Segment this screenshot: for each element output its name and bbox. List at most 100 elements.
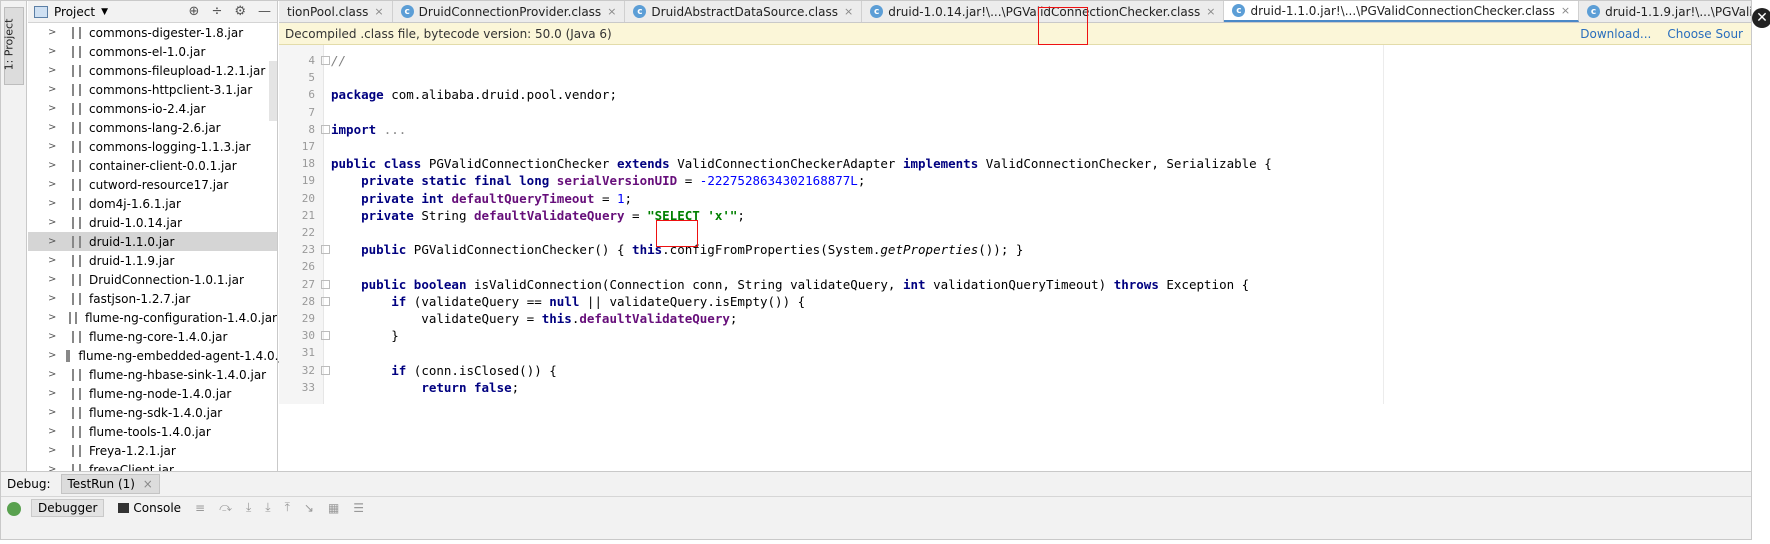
chevron-right-icon[interactable]: > bbox=[48, 331, 62, 342]
tree-item[interactable]: > dom4j-1.6.1.jar bbox=[28, 194, 277, 213]
tree-item[interactable]: > commons-logging-1.1.3.jar bbox=[28, 137, 277, 156]
fold-marker-icon[interactable] bbox=[321, 56, 330, 65]
editor-tab[interactable]: c druid-1.1.0.jar!\...\PGValidConnectionC… bbox=[1224, 1, 1580, 22]
tree-item-label: commons-io-2.4.jar bbox=[89, 101, 206, 116]
jar-icon bbox=[72, 235, 81, 248]
fold-marker-icon[interactable] bbox=[321, 296, 330, 306]
editor-tab-label: DruidAbstractDataSource.class bbox=[651, 4, 838, 19]
tree-item[interactable]: > flume-tools-1.4.0.jar bbox=[28, 422, 277, 441]
editor-tab[interactable]: c DruidAbstractDataSource.class × bbox=[625, 1, 863, 22]
line-number: 26 bbox=[301, 260, 315, 274]
locate-target-icon[interactable]: ⊕ bbox=[189, 4, 200, 19]
chevron-right-icon[interactable]: > bbox=[48, 141, 62, 152]
tree-item[interactable]: > flume-ng-hbase-sink-1.4.0.jar bbox=[28, 365, 277, 384]
chevron-down-icon[interactable]: ▼ bbox=[101, 7, 108, 17]
tree-item[interactable]: > DruidConnection-1.0.1.jar bbox=[28, 270, 277, 289]
close-icon[interactable]: × bbox=[1561, 4, 1570, 17]
run-to-cursor-icon[interactable]: ↘ bbox=[304, 501, 314, 515]
editor-tab[interactable]: tionPool.class × bbox=[279, 1, 393, 22]
code-text: } bbox=[331, 328, 399, 344]
tree-item[interactable]: > Freya-1.2.1.jar bbox=[28, 441, 277, 460]
tree-item[interactable]: > flume-ng-embedded-agent-1.4.0.ja bbox=[28, 346, 289, 365]
jar-icon bbox=[72, 444, 81, 457]
tree-item[interactable]: > druid-1.0.14.jar bbox=[28, 213, 277, 232]
tree-item[interactable]: > commons-httpclient-3.1.jar bbox=[28, 80, 277, 99]
chevron-right-icon[interactable]: > bbox=[48, 160, 62, 171]
close-icon[interactable]: × bbox=[607, 5, 616, 18]
tree-item[interactable]: > commons-fileupload-1.2.1.jar bbox=[28, 61, 277, 80]
chevron-right-icon[interactable]: > bbox=[48, 312, 59, 323]
tree-item[interactable]: > commons-io-2.4.jar bbox=[28, 99, 277, 118]
tree-scrollbar[interactable] bbox=[269, 61, 277, 121]
chevron-right-icon[interactable]: > bbox=[48, 236, 62, 247]
close-icon[interactable]: × bbox=[143, 477, 153, 491]
fold-marker-icon[interactable] bbox=[321, 245, 330, 255]
tree-item[interactable]: > commons-el-1.0.jar bbox=[28, 42, 277, 61]
tree-item-label: dom4j-1.6.1.jar bbox=[89, 196, 181, 211]
tab-debugger[interactable]: Debugger bbox=[31, 498, 105, 517]
chevron-right-icon[interactable]: > bbox=[48, 255, 62, 266]
step-over-icon[interactable]: ⤼ bbox=[219, 500, 232, 515]
chevron-right-icon[interactable]: > bbox=[48, 65, 62, 76]
tree-item[interactable]: > flume-ng-configuration-1.4.0.jar bbox=[28, 308, 277, 327]
step-out-icon[interactable]: ⤒ bbox=[285, 500, 290, 515]
choose-sources-link[interactable]: Choose Sour bbox=[1667, 27, 1743, 41]
chevron-right-icon[interactable]: > bbox=[48, 350, 56, 361]
overlay-close-icon[interactable]: ✕ bbox=[1752, 8, 1770, 28]
chevron-right-icon[interactable]: > bbox=[48, 122, 62, 133]
fold-marker-icon[interactable] bbox=[321, 365, 330, 375]
chevron-right-icon[interactable]: > bbox=[48, 179, 62, 190]
collapse-all-icon[interactable]: ÷ bbox=[211, 4, 222, 19]
jar-icon bbox=[72, 330, 81, 343]
frames-icon[interactable]: ▦ bbox=[328, 501, 339, 515]
chevron-right-icon[interactable]: > bbox=[48, 84, 62, 95]
testrun-tab-label: TestRun (1) bbox=[67, 477, 135, 491]
close-icon[interactable]: × bbox=[1206, 5, 1215, 18]
tree-item[interactable]: > commons-digester-1.8.jar bbox=[28, 23, 277, 42]
menu-lines-icon[interactable]: ≡ bbox=[195, 501, 205, 515]
editor-tab[interactable]: c DruidConnectionProvider.class × bbox=[393, 1, 626, 22]
tree-item[interactable]: > druid-1.1.9.jar bbox=[28, 251, 277, 270]
chevron-right-icon[interactable]: > bbox=[48, 198, 62, 209]
fold-marker-icon[interactable] bbox=[321, 279, 330, 289]
tree-item[interactable]: > fastjson-1.2.7.jar bbox=[28, 289, 277, 308]
gear-icon[interactable]: ⚙ bbox=[234, 4, 246, 19]
download-link[interactable]: Download... bbox=[1580, 27, 1651, 41]
tree-item[interactable]: > commons-lang-2.6.jar bbox=[28, 118, 277, 137]
chevron-right-icon[interactable]: > bbox=[48, 407, 62, 418]
chevron-right-icon[interactable]: > bbox=[48, 27, 62, 38]
close-icon[interactable]: × bbox=[844, 5, 853, 18]
tree-item[interactable]: > druid-1.1.0.jar bbox=[28, 232, 277, 251]
hide-panel-icon[interactable]: — bbox=[258, 4, 271, 19]
code-line: 31 bbox=[279, 345, 1751, 362]
testrun-tab[interactable]: TestRun (1) × bbox=[60, 474, 160, 494]
code-line: 29 validateQuery = this.defaultValidateQ… bbox=[279, 311, 1751, 328]
chevron-right-icon[interactable]: > bbox=[48, 445, 62, 456]
tree-item[interactable]: > flume-ng-sdk-1.4.0.jar bbox=[28, 403, 277, 422]
tab-console[interactable]: Console bbox=[118, 501, 181, 515]
chevron-right-icon[interactable]: > bbox=[48, 103, 62, 114]
fold-marker-icon[interactable] bbox=[321, 331, 330, 341]
chevron-right-icon[interactable]: > bbox=[48, 426, 62, 437]
chevron-right-icon[interactable]: > bbox=[48, 217, 62, 228]
tree-item[interactable]: > flume-ng-node-1.4.0.jar bbox=[28, 384, 277, 403]
close-icon[interactable]: × bbox=[374, 5, 383, 18]
editor-tab[interactable]: c druid-1.1.9.jar!\...\PGValidConnectionC… bbox=[1579, 1, 1751, 22]
tree-item[interactable]: > cutword-resource17.jar bbox=[28, 175, 277, 194]
tree-item[interactable]: > flume-ng-core-1.4.0.jar bbox=[28, 327, 277, 346]
fold-marker-icon[interactable] bbox=[321, 124, 330, 134]
tree-item[interactable]: > container-client-0.0.1.jar bbox=[28, 156, 277, 175]
chevron-right-icon[interactable]: > bbox=[48, 388, 62, 399]
step-into-icon[interactable]: ⤓ bbox=[246, 500, 251, 515]
chevron-right-icon[interactable]: > bbox=[48, 274, 62, 285]
project-tool-tab[interactable]: 1: Project bbox=[2, 7, 24, 85]
force-step-into-icon[interactable]: ⤓ bbox=[265, 500, 270, 515]
chevron-right-icon[interactable]: > bbox=[48, 369, 62, 380]
project-title[interactable]: Project bbox=[54, 5, 95, 19]
settings-list-icon[interactable]: ☰ bbox=[353, 501, 364, 515]
code-editor[interactable]: 4 // 5 6 package com.alibaba.druid.pool.vend… bbox=[279, 45, 1751, 404]
bug-icon[interactable] bbox=[7, 502, 21, 516]
chevron-right-icon[interactable]: > bbox=[48, 293, 62, 304]
chevron-right-icon[interactable]: > bbox=[48, 46, 62, 57]
line-number: 30 bbox=[301, 329, 315, 343]
